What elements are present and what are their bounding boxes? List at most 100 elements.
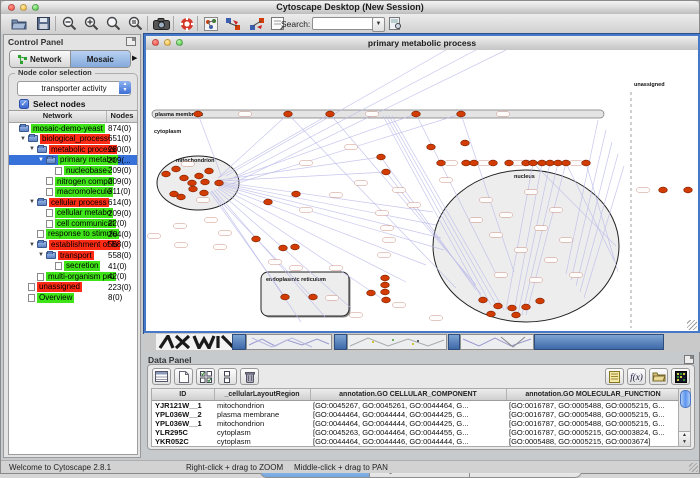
table-cell[interactable]: YDR039C__1 bbox=[152, 446, 214, 447]
zoom-fit-icon[interactable] bbox=[103, 15, 123, 32]
view-titlebar[interactable]: primary metabolic process bbox=[146, 36, 698, 51]
table-cell[interactable]: [GO:0044464, GO:0044446, GO:0044444, G..… bbox=[310, 437, 506, 446]
network-node[interactable] bbox=[195, 173, 204, 179]
network-node[interactable] bbox=[427, 144, 436, 150]
delete-attribute-icon[interactable] bbox=[240, 368, 259, 385]
tree-col-nodes[interactable]: Nodes bbox=[107, 111, 137, 122]
table-cell[interactable]: [GO:0016787, GO:0005488, GO:0005215, G..… bbox=[506, 446, 679, 447]
network-node[interactable] bbox=[284, 111, 293, 117]
function-builder-icon[interactable]: f(x) bbox=[627, 368, 646, 385]
tab-mosaic[interactable]: Mosaic bbox=[70, 51, 131, 67]
select-attributes-icon[interactable] bbox=[196, 368, 215, 385]
table-column-header[interactable]: _cellularLayoutRegion bbox=[214, 389, 310, 401]
table-cell[interactable]: YKR052C bbox=[152, 437, 214, 446]
disclosure-triangle-icon[interactable]: ▼ bbox=[29, 242, 37, 248]
network-node[interactable] bbox=[326, 111, 335, 117]
tree-row[interactable]: secretion41(0) bbox=[9, 261, 137, 272]
background-window-titlebar[interactable] bbox=[232, 334, 246, 350]
table-row[interactable]: YPL036W__2plasma membrane[GO:0044464, GO… bbox=[152, 410, 679, 419]
background-window-titlebar[interactable] bbox=[448, 334, 460, 350]
table-row[interactable]: YDR039C__1mitochondrion[GO:0044464, GO:0… bbox=[152, 446, 679, 447]
network-node[interactable] bbox=[562, 160, 571, 166]
network-node[interactable] bbox=[205, 168, 214, 174]
report-icon[interactable] bbox=[605, 368, 624, 385]
table-cell[interactable]: cytoplasm bbox=[214, 437, 310, 446]
network-node[interactable] bbox=[194, 111, 203, 117]
network-node[interactable] bbox=[487, 311, 496, 317]
table-row[interactable]: YKR052Ccytoplasm[GO:0044464, GO:0044446,… bbox=[152, 437, 679, 446]
network-node[interactable] bbox=[200, 190, 209, 196]
table-cell[interactable]: [GO:0044464, GO:0044444, GO:0044425, G..… bbox=[310, 419, 506, 428]
table-cell[interactable]: plasma membrane bbox=[214, 410, 310, 419]
tree-row[interactable]: ▼primary metabo209(... bbox=[9, 155, 137, 166]
snapshot-icon[interactable] bbox=[151, 15, 171, 32]
network-node[interactable] bbox=[529, 160, 538, 166]
network-node[interactable] bbox=[494, 303, 503, 309]
table-cell[interactable]: YPL036W__1 bbox=[152, 419, 214, 428]
tree-row[interactable]: ▼establishment of lo558(0) bbox=[9, 240, 137, 251]
network-node[interactable] bbox=[462, 160, 471, 166]
background-window-titlebar[interactable] bbox=[534, 334, 664, 350]
attribute-table-icon[interactable] bbox=[152, 368, 171, 385]
network-node[interactable] bbox=[189, 186, 198, 192]
app-resize-grip[interactable] bbox=[689, 463, 698, 472]
tree-row[interactable]: ▼cellular process614(0) bbox=[9, 197, 137, 208]
tree-row[interactable]: nucleobase-209(0) bbox=[9, 165, 137, 176]
network-node[interactable] bbox=[538, 160, 547, 166]
attribute-table[interactable]: ID_cellularLayoutRegionannotation.GO CEL… bbox=[151, 388, 679, 447]
background-view-thumbnail[interactable] bbox=[347, 334, 447, 350]
table-row[interactable]: YLR295Ccytoplasm[GO:0045263, GO:0044464,… bbox=[152, 428, 679, 437]
table-cell[interactable]: [GO:0016787, GO:0005488, GO:0005215, G..… bbox=[506, 410, 679, 419]
import-attributes-icon[interactable] bbox=[649, 368, 668, 385]
tree-row[interactable]: response to stimulu264(0) bbox=[9, 229, 137, 240]
table-cell[interactable]: YPL036W__2 bbox=[152, 410, 214, 419]
network-node[interactable] bbox=[554, 160, 563, 166]
table-column-header[interactable]: annotation.GO CELLULAR_COMPONENT bbox=[310, 389, 506, 401]
new-attribute-icon[interactable] bbox=[174, 368, 193, 385]
disclosure-triangle-icon[interactable]: ▼ bbox=[29, 146, 37, 152]
network-node[interactable] bbox=[412, 111, 421, 117]
background-window-titlebar[interactable] bbox=[334, 334, 347, 350]
vizmapper-icon[interactable] bbox=[201, 15, 221, 32]
zoom-in-icon[interactable] bbox=[81, 15, 101, 32]
tab-network[interactable]: Network bbox=[10, 51, 70, 67]
network-node[interactable] bbox=[367, 290, 376, 296]
network-node[interactable] bbox=[381, 282, 390, 288]
network-node[interactable] bbox=[309, 294, 318, 300]
table-cell[interactable]: mitochondrion bbox=[214, 401, 310, 411]
network-node[interactable] bbox=[162, 171, 171, 177]
network-node[interactable] bbox=[215, 180, 224, 186]
table-scrollbar[interactable]: ▲▼ bbox=[678, 388, 691, 447]
network-node[interactable] bbox=[172, 166, 181, 172]
float-panel-icon[interactable] bbox=[684, 355, 694, 364]
tree-row[interactable]: ▼biological_process651(0) bbox=[9, 134, 137, 145]
network-node[interactable] bbox=[479, 297, 488, 303]
open-icon[interactable] bbox=[9, 15, 29, 32]
network-node[interactable] bbox=[382, 169, 391, 175]
import-network-icon[interactable] bbox=[223, 15, 243, 32]
tree-row[interactable]: mosaic-demo-yeast874(0) bbox=[9, 123, 137, 134]
network-node[interactable] bbox=[180, 175, 189, 181]
network-node[interactable] bbox=[279, 245, 288, 251]
export-network-icon[interactable] bbox=[247, 15, 267, 32]
table-cell[interactable]: [GO:0044464, GO:0044444, GO:0044425, G..… bbox=[310, 410, 506, 419]
background-view-thumbnail[interactable] bbox=[246, 334, 332, 350]
save-icon[interactable] bbox=[33, 15, 53, 32]
network-node[interactable] bbox=[512, 312, 521, 318]
matrix-icon[interactable] bbox=[671, 368, 690, 385]
table-cell[interactable]: [GO:0016787, GO:0005488, GO:0005215, G..… bbox=[506, 419, 679, 428]
table-column-header[interactable]: ID bbox=[152, 389, 214, 401]
network-node[interactable] bbox=[461, 140, 470, 146]
tree-row[interactable]: multi-organism pro42(0) bbox=[9, 271, 137, 282]
unselect-attributes-icon[interactable] bbox=[218, 368, 237, 385]
table-cell[interactable]: cytoplasm bbox=[214, 428, 310, 437]
network-node[interactable] bbox=[536, 298, 545, 304]
table-cell[interactable]: [GO:0045267, GO:0045261, GO:0044464, G..… bbox=[310, 401, 506, 411]
table-column-header[interactable]: annotation.GO MOLECULAR_FUNCTION bbox=[506, 389, 679, 401]
network-node[interactable] bbox=[382, 297, 391, 303]
table-cell[interactable]: [GO:0045263, GO:0044464, GO:0044455, G..… bbox=[310, 428, 506, 437]
network-node[interactable] bbox=[377, 154, 386, 160]
network-node[interactable] bbox=[291, 244, 300, 250]
network-node[interactable] bbox=[437, 160, 446, 166]
network-node[interactable] bbox=[381, 289, 390, 295]
